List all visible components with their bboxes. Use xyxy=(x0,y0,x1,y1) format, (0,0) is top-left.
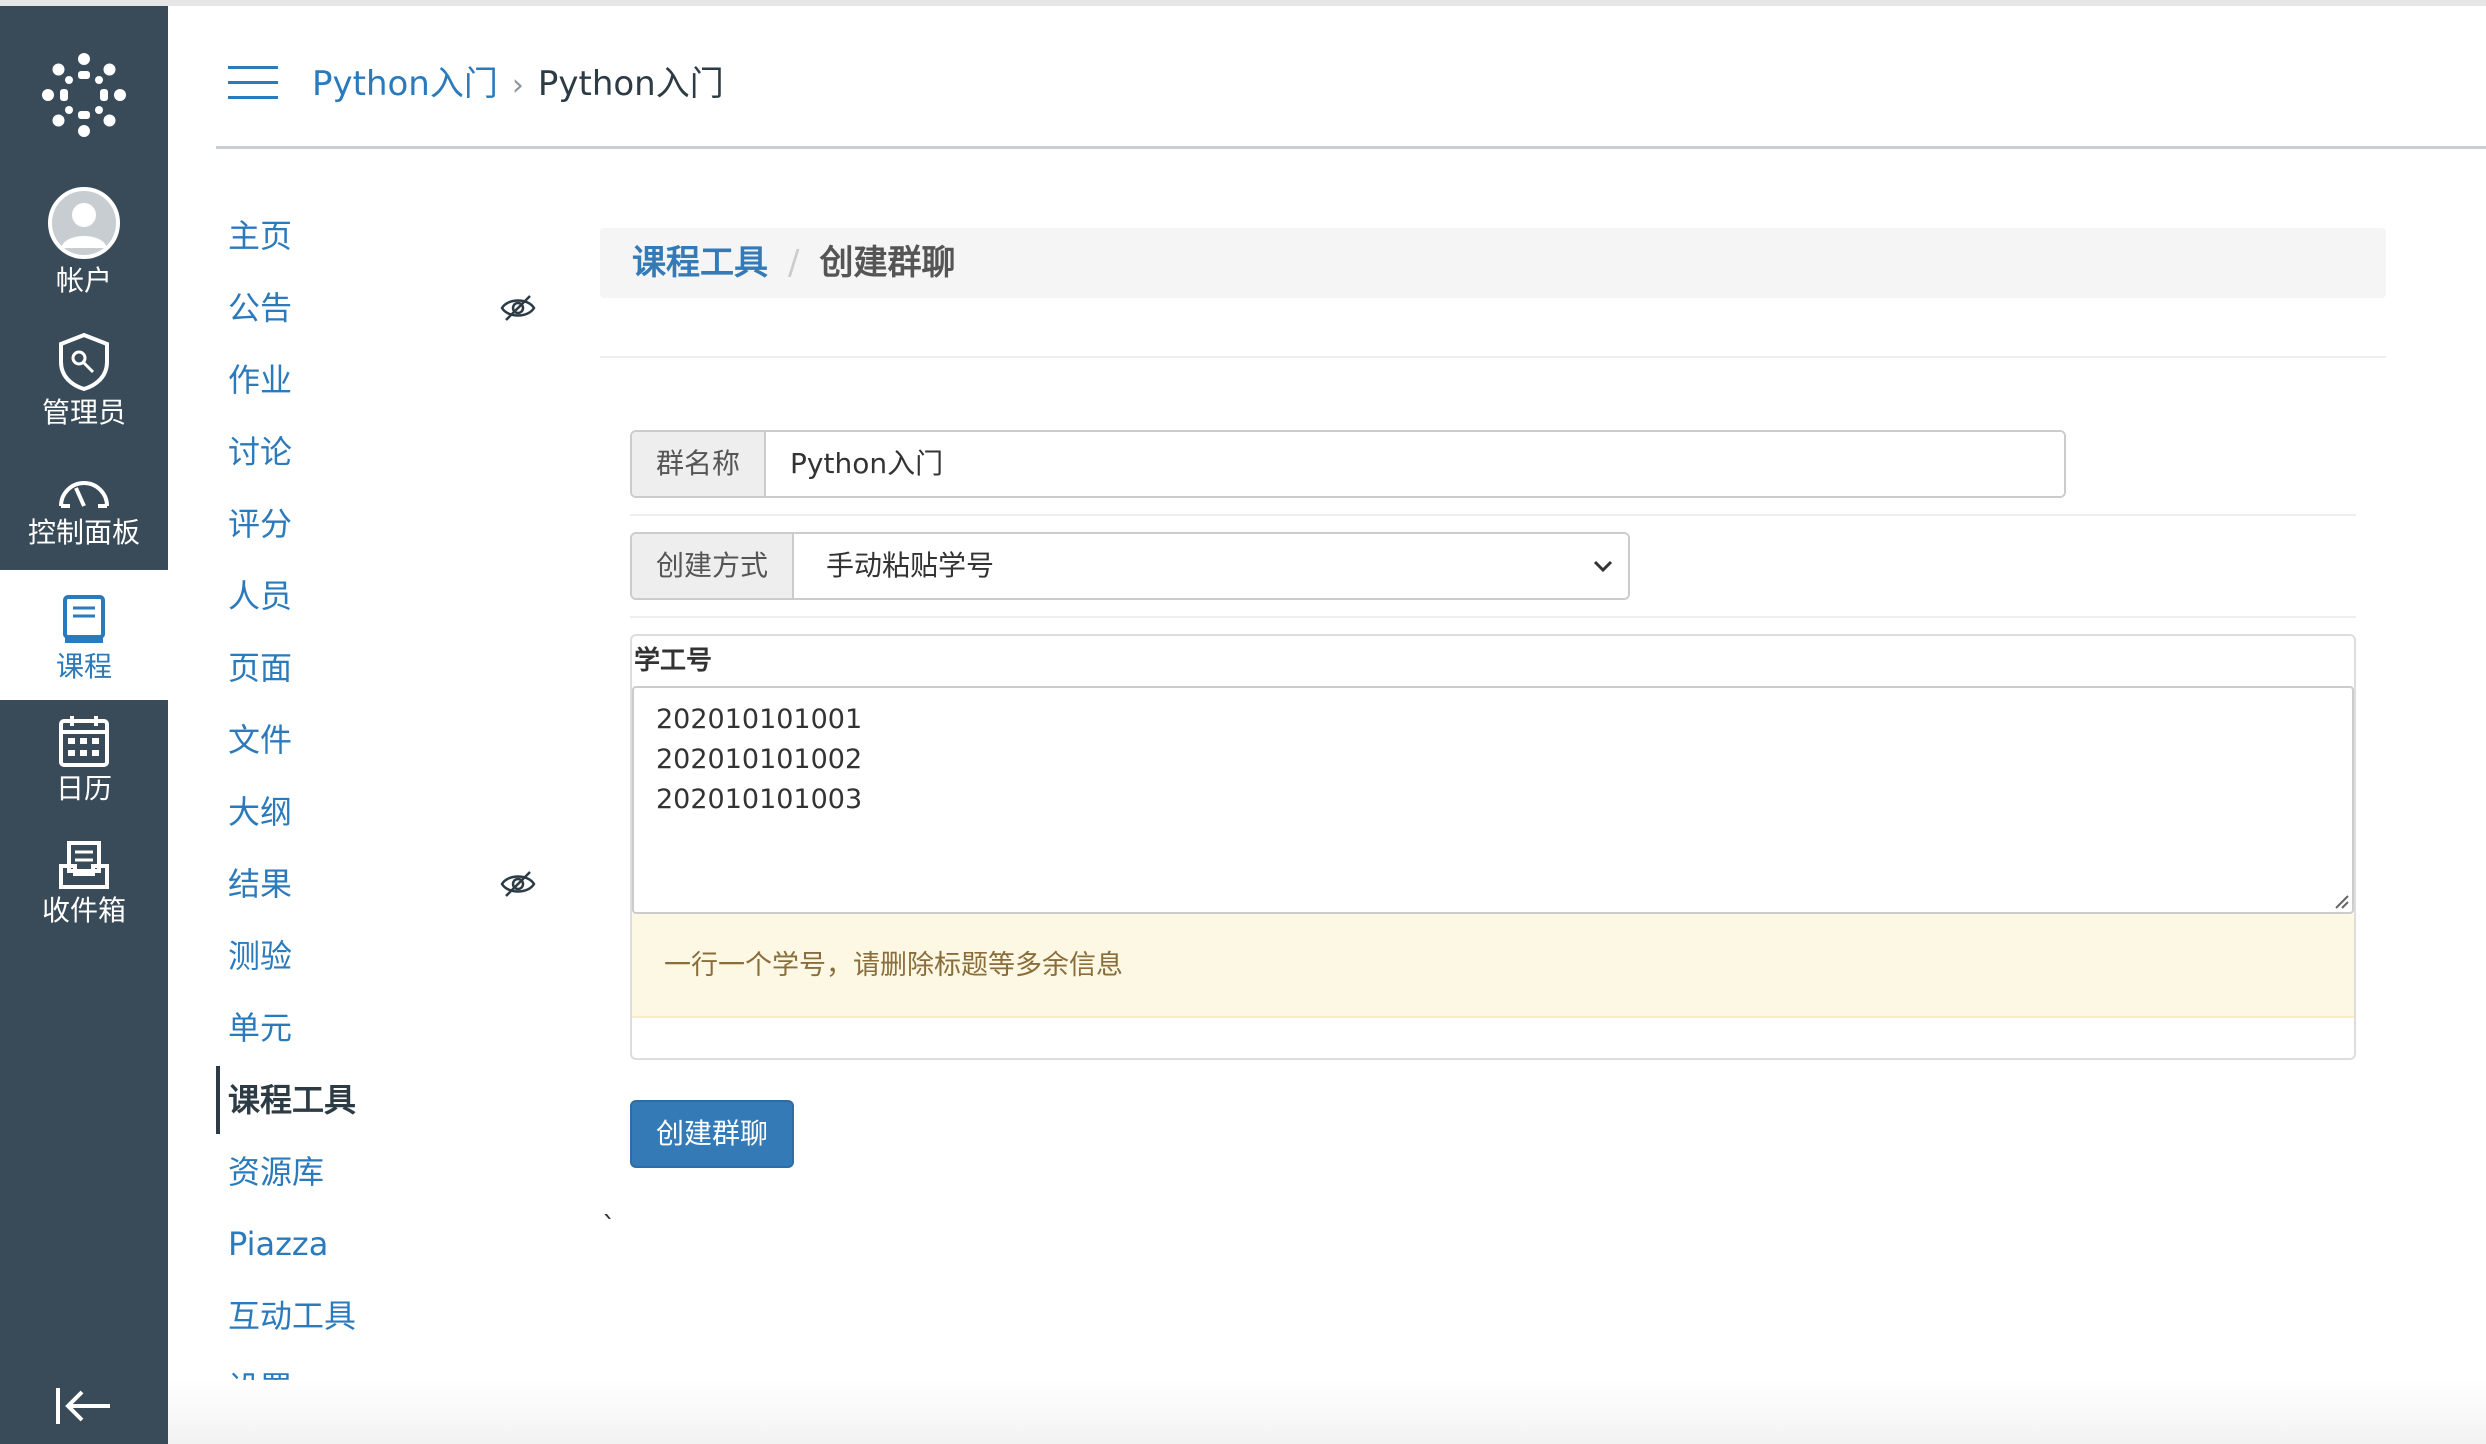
form-divider xyxy=(630,616,2356,618)
global-nav-courses[interactable]: 课程 xyxy=(0,570,168,700)
header-divider xyxy=(216,146,2486,149)
student-id-textarea[interactable]: 202010101001 202010101002 202010101003 xyxy=(632,686,2354,914)
breadcrumb-current: Python入门 xyxy=(537,64,724,104)
course-nav-item[interactable]: 测验 xyxy=(216,920,536,992)
hint-alert: 一行一个学号，请删除标题等多余信息 xyxy=(632,914,2354,1018)
stray-character: ` xyxy=(602,1210,616,1243)
global-nav-inbox[interactable]: 收件箱 xyxy=(0,840,168,928)
course-nav-item[interactable]: 结果 xyxy=(216,848,536,920)
course-nav-item-label: 页面 xyxy=(228,649,293,687)
student-id-title: 学工号 xyxy=(634,646,713,676)
course-nav-item-label: 文件 xyxy=(228,721,293,759)
group-name-group: 群名称 Python入门 xyxy=(630,430,2066,498)
course-nav-item[interactable]: 单元 xyxy=(216,992,536,1064)
course-nav-item-label: 公告 xyxy=(228,289,293,327)
course-nav-item[interactable]: 互动工具 xyxy=(216,1280,536,1352)
create-group-form: 群名称 Python入门 创建方式 手动粘贴学号 学工号 20201010100… xyxy=(630,430,2356,1168)
tool-breadcrumb: 课程工具 / 创建群聊 xyxy=(600,228,2386,298)
create-group-button[interactable]: 创建群聊 xyxy=(630,1100,795,1168)
group-name-input[interactable]: Python入门 xyxy=(766,432,2064,496)
tool-breadcrumb-link[interactable]: 课程工具 xyxy=(632,243,768,283)
global-nav-dashboard-label: 控制面板 xyxy=(27,516,140,549)
canvas-logo-icon[interactable] xyxy=(40,51,128,139)
global-nav-account-label: 帐户 xyxy=(55,264,112,297)
course-nav: 主页公告作业讨论评分人员页面文件大纲结果测验单元课程工具资源库 Piazza 互动工… xyxy=(216,200,536,1424)
method-selected-value: 手动粘贴学号 xyxy=(826,549,995,582)
course-nav-item[interactable]: 人员 xyxy=(216,560,536,632)
course-nav-item[interactable]: 文件 xyxy=(216,704,536,776)
course-nav-item[interactable]: 评分 xyxy=(216,488,536,560)
form-divider xyxy=(630,514,2356,516)
group-name-label: 群名称 xyxy=(632,432,767,496)
tool-breadcrumb-current: 创建群聊 xyxy=(819,243,956,283)
global-nav-courses-label: 课程 xyxy=(55,650,112,683)
main-divider xyxy=(600,356,2386,358)
course-nav-item[interactable]: Piazza xyxy=(216,1208,536,1280)
chevron-down-icon xyxy=(1593,560,1613,573)
course-nav-item-label: 测验 xyxy=(228,937,293,975)
shield-icon xyxy=(59,332,109,392)
panel-footer xyxy=(632,1018,2354,1058)
global-nav-account[interactable]: 帐户 xyxy=(0,186,168,298)
global-nav-calendar-label: 日历 xyxy=(55,772,112,805)
breadcrumb-separator: › xyxy=(511,68,524,103)
global-nav-admin[interactable]: 管理员 xyxy=(0,332,168,430)
student-id-panel: 学工号 202010101001 202010101002 2020101010… xyxy=(630,634,2356,1060)
calendar-icon xyxy=(59,716,109,767)
course-nav-item-label: 资源库 xyxy=(228,1153,325,1191)
hidden-eye-icon xyxy=(500,295,536,321)
hidden-eye-icon xyxy=(500,871,536,897)
dashboard-gauge-icon xyxy=(59,481,109,508)
student-id-line: 202010101003 xyxy=(656,784,863,815)
course-nav-item-label: Piazza xyxy=(228,1225,329,1263)
course-nav-item-label: 评分 xyxy=(228,505,293,543)
course-nav-item-label: 讨论 xyxy=(228,433,293,471)
course-nav-item-label: 互动工具 xyxy=(228,1297,357,1335)
inbox-icon xyxy=(59,841,109,889)
global-nav-dashboard[interactable]: 控制面板 xyxy=(0,472,168,550)
method-label: 创建方式 xyxy=(632,534,795,598)
course-nav-item[interactable]: 大纲 xyxy=(216,776,536,848)
course-nav-item-label: 单元 xyxy=(228,1009,293,1047)
course-nav-item-label: 人员 xyxy=(228,577,293,615)
global-nav-inbox-label: 收件箱 xyxy=(41,894,126,927)
course-nav-item-label: 课程工具 xyxy=(228,1081,357,1119)
course-nav-item[interactable]: 公告 xyxy=(216,272,536,344)
course-nav-item-label: 结果 xyxy=(228,865,293,903)
student-id-line: 202010101001 xyxy=(656,704,863,735)
page-header: Python入门 › Python入门 xyxy=(168,6,2486,150)
global-nav: 帐户 管理员 控制面板 课程 日历 收件箱 xyxy=(0,6,168,1444)
course-nav-item[interactable]: 作业 xyxy=(216,344,536,416)
course-nav-item-label: 大纲 xyxy=(228,793,293,831)
student-id-line: 202010101002 xyxy=(656,744,863,775)
course-nav-item[interactable]: 主页 xyxy=(216,200,536,272)
course-nav-item[interactable]: 课程工具 xyxy=(216,1064,536,1136)
resize-grip-icon[interactable] xyxy=(2332,892,2350,910)
course-nav-item[interactable]: 资源库 xyxy=(216,1136,536,1208)
breadcrumb-course-link[interactable]: Python入门 xyxy=(312,64,498,104)
course-nav-item-label: 主页 xyxy=(228,217,293,255)
method-select[interactable]: 手动粘贴学号 xyxy=(794,534,1628,598)
header-breadcrumb: Python入门 › Python入门 xyxy=(312,56,724,105)
collapse-nav-icon[interactable] xyxy=(54,1384,114,1428)
course-nav-item[interactable]: 讨论 xyxy=(216,416,536,488)
course-nav-item-label: 作业 xyxy=(228,361,293,399)
tool-breadcrumb-separator: / xyxy=(788,243,800,283)
main-content: 课程工具 / 创建群聊 群名称 Python入门 创建方式 手动粘贴学号 学工号 2… xyxy=(600,228,2386,1168)
hamburger-menu-icon[interactable] xyxy=(228,66,278,100)
avatar-icon xyxy=(48,187,120,259)
course-nav-item[interactable]: 页面 xyxy=(216,632,536,704)
book-icon xyxy=(63,595,105,643)
method-group: 创建方式 手动粘贴学号 xyxy=(630,532,1630,600)
global-nav-calendar[interactable]: 日历 xyxy=(0,714,168,806)
bottom-fade xyxy=(168,1380,2486,1444)
global-nav-admin-label: 管理员 xyxy=(41,396,126,429)
